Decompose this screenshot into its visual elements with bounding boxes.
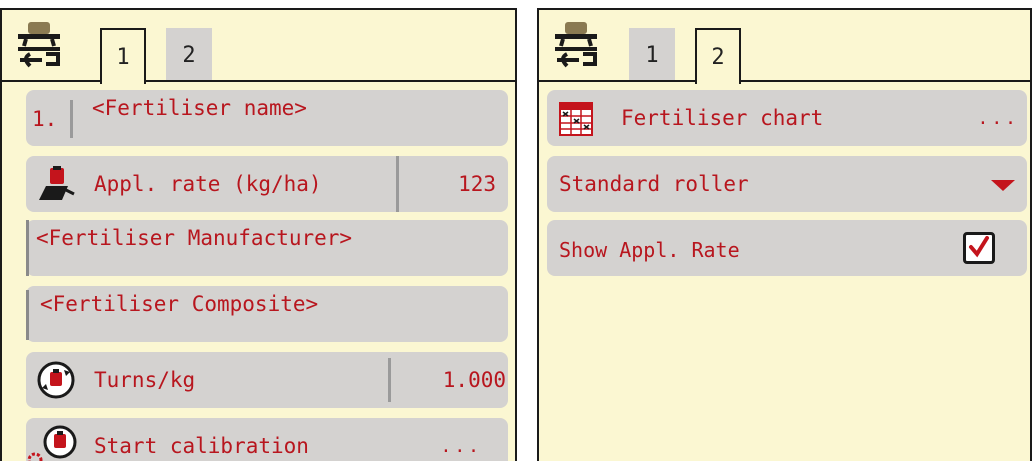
fertiliser-chart-row[interactable]: Fertiliser chart ... xyxy=(547,90,1027,146)
separator xyxy=(388,358,391,402)
fertiliser-name-label: <Fertiliser name> xyxy=(92,96,307,120)
spreader-settings-icon xyxy=(18,22,60,68)
fertiliser-name-row[interactable]: 1. <Fertiliser name> xyxy=(26,90,508,146)
separator xyxy=(26,220,29,276)
show-appl-rate-label: Show Appl. Rate xyxy=(559,238,740,262)
fertiliser-composite-label: <Fertiliser Composite> xyxy=(40,292,319,316)
calibration-more: ... xyxy=(440,436,482,457)
fertiliser-manufacturer-row[interactable]: <Fertiliser Manufacturer> xyxy=(26,220,508,276)
fertiliser-index: 1. xyxy=(32,107,58,131)
separator xyxy=(26,290,29,340)
turns-per-kg-icon xyxy=(37,361,75,399)
start-calibration-label: Start calibration xyxy=(94,434,309,458)
appl-rate-value: 123 xyxy=(458,172,496,196)
roller-dropdown[interactable]: Standard roller xyxy=(547,156,1027,212)
separator xyxy=(396,156,399,212)
separator xyxy=(70,100,73,138)
tab-2[interactable]: 2 xyxy=(166,28,212,82)
fertiliser-chart-icon xyxy=(559,102,593,136)
tab-divider xyxy=(539,80,1030,82)
tab-2[interactable]: 2 xyxy=(695,28,741,84)
fertiliser-chart-label: Fertiliser chart xyxy=(621,106,824,130)
appl-rate-label: Appl. rate (kg/ha) xyxy=(94,172,322,196)
tab-1[interactable]: 1 xyxy=(100,28,146,84)
fertiliser-manufacturer-label: <Fertiliser Manufacturer> xyxy=(36,226,353,250)
right-panel: 1 2 Fertiliser chart ... Standard roller… xyxy=(537,8,1032,461)
scale-weight-icon xyxy=(39,166,75,200)
show-appl-rate-row[interactable]: Show Appl. Rate xyxy=(547,220,1027,276)
turns-per-kg-value: 1.000 xyxy=(442,368,506,392)
start-calibration-row[interactable]: Start calibration ... xyxy=(26,418,508,461)
left-panel: 1 2 1. <Fertiliser name> Appl. rate (kg/… xyxy=(0,8,517,461)
show-appl-rate-checkbox[interactable] xyxy=(963,232,995,264)
checkmark-icon xyxy=(969,236,989,258)
turns-per-kg-label: Turns/kg xyxy=(94,368,196,392)
appl-rate-row[interactable]: Appl. rate (kg/ha) 123 xyxy=(26,156,508,212)
dropdown-arrow-icon xyxy=(991,180,1015,191)
fertiliser-chart-more: ... xyxy=(977,108,1019,129)
tab-1[interactable]: 1 xyxy=(629,28,675,82)
calibration-gears-icon xyxy=(27,425,77,461)
spreader-settings-icon xyxy=(555,22,597,68)
tab-divider xyxy=(2,80,515,82)
roller-dropdown-value: Standard roller xyxy=(559,172,749,196)
fertiliser-composite-row[interactable]: <Fertiliser Composite> xyxy=(26,286,508,342)
turns-per-kg-row[interactable]: Turns/kg 1.000 xyxy=(26,352,508,408)
